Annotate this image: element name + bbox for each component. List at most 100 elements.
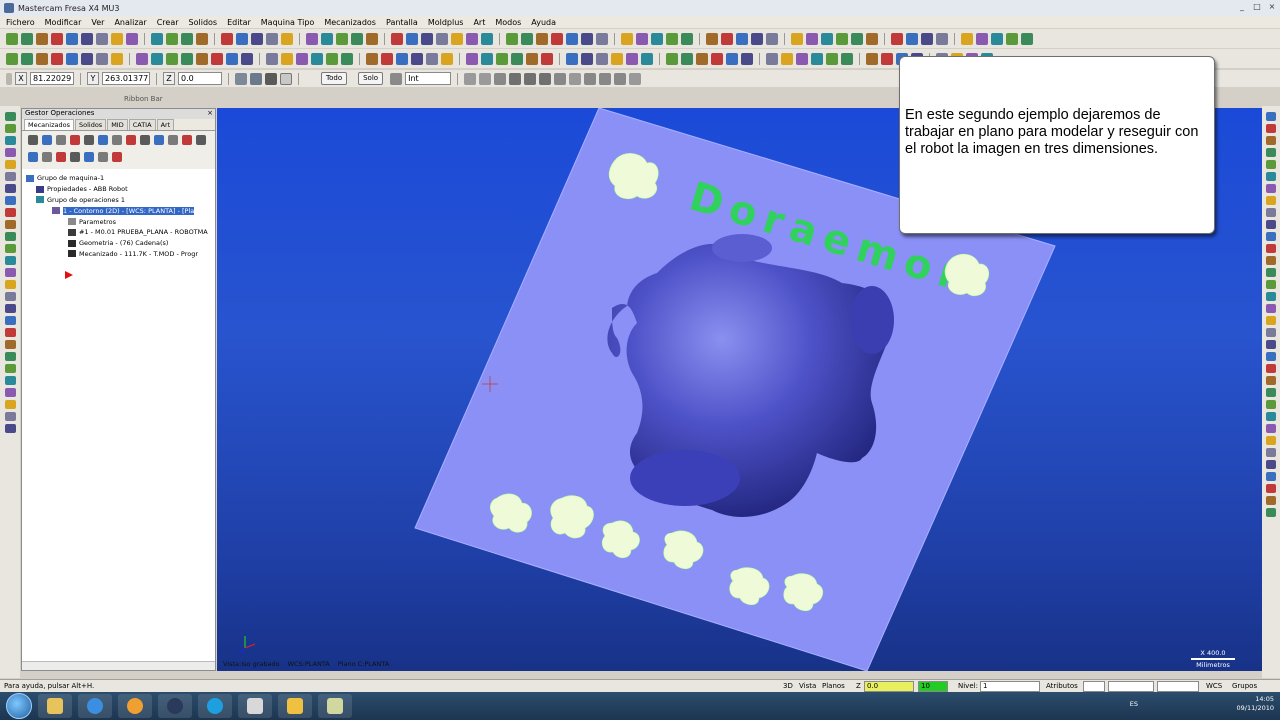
z-coord-label[interactable]: Z	[163, 72, 175, 85]
fast-point-icon[interactable]	[250, 72, 262, 85]
toolbar-button-icon[interactable]	[766, 32, 778, 45]
autocursor-icon[interactable]	[235, 72, 247, 85]
toolbar-button-icon[interactable]	[1266, 328, 1276, 337]
toolbar-button-icon[interactable]	[366, 52, 378, 65]
toolbar-button-icon[interactable]	[6, 32, 18, 45]
face-select-icon[interactable]	[524, 72, 537, 85]
toolbar-button-icon[interactable]	[406, 32, 418, 45]
wireframe-icon[interactable]	[479, 72, 492, 85]
toolbar-button-icon[interactable]	[1266, 376, 1276, 385]
taskbar-skype[interactable]	[198, 694, 232, 718]
toolbar-button-icon[interactable]	[4, 244, 16, 253]
toolbar-button-icon[interactable]	[4, 232, 16, 241]
operations-toolbar-icon[interactable]	[56, 152, 66, 162]
toolbar-button-icon[interactable]	[1266, 172, 1276, 181]
toolbar-button-icon[interactable]	[781, 52, 793, 65]
operations-toolbar-icon[interactable]	[182, 135, 192, 145]
body-select-icon[interactable]	[539, 72, 552, 85]
toolbar-button-icon[interactable]	[281, 32, 293, 45]
menu-maquina-tipo[interactable]: Maquina Tipo	[261, 18, 315, 27]
close-button[interactable]: ×	[1266, 1, 1278, 13]
taskbar-mastercam[interactable]	[238, 694, 272, 718]
toolbar-button-icon[interactable]	[1266, 112, 1276, 121]
toolbar-button-icon[interactable]	[821, 32, 833, 45]
toolbar-button-icon[interactable]	[1266, 496, 1276, 505]
x-coord-label[interactable]: X	[15, 72, 27, 85]
toolbar-button-icon[interactable]	[1266, 244, 1276, 253]
operations-toolbar-icon[interactable]	[196, 135, 206, 145]
window-select-icon[interactable]	[584, 72, 597, 85]
toolbar-button-icon[interactable]	[281, 52, 293, 65]
toolbar-button-icon[interactable]	[366, 32, 378, 45]
operations-toolbar-icon[interactable]	[42, 135, 52, 145]
toolbar-button-icon[interactable]	[4, 124, 16, 133]
toolbar-button-icon[interactable]	[1266, 232, 1276, 241]
toolbar-button-icon[interactable]	[1266, 220, 1276, 229]
toolbar-button-icon[interactable]	[806, 32, 818, 45]
toolbar-button-icon[interactable]	[866, 32, 878, 45]
toolbar-button-icon[interactable]	[1266, 268, 1276, 277]
help-icon[interactable]	[280, 72, 292, 85]
maximize-button[interactable]: □	[1251, 1, 1263, 13]
menu-solidos[interactable]: Solidos	[189, 18, 218, 27]
toolbar-button-icon[interactable]	[311, 52, 323, 65]
edge-select-icon[interactable]	[554, 72, 567, 85]
status-wcs-button[interactable]: WCS	[1206, 681, 1222, 692]
toolbar-button-icon[interactable]	[791, 32, 803, 45]
toolbar-button-icon[interactable]	[596, 52, 608, 65]
toolbar-button-icon[interactable]	[4, 400, 16, 409]
chain-select-icon[interactable]	[569, 72, 582, 85]
toolbar-button-icon[interactable]	[451, 32, 463, 45]
toolbar-button-icon[interactable]	[466, 32, 478, 45]
toolbar-button-icon[interactable]	[581, 32, 593, 45]
toolbar-button-icon[interactable]	[306, 32, 318, 45]
minimize-button[interactable]: _	[1236, 1, 1248, 13]
toolbar-button-icon[interactable]	[4, 256, 16, 265]
menu-analizar[interactable]: Analizar	[114, 18, 146, 27]
toolbar-button-icon[interactable]	[766, 52, 778, 65]
toolbar-button-icon[interactable]	[666, 32, 678, 45]
toolbar-button-icon[interactable]	[521, 32, 533, 45]
select-all-button[interactable]: Todo	[321, 72, 348, 85]
panel-close-icon[interactable]: ×	[207, 109, 213, 117]
operations-toolbar-icon[interactable]	[98, 135, 108, 145]
operations-toolbar-icon[interactable]	[112, 152, 122, 162]
toolbar-button-icon[interactable]	[891, 32, 903, 45]
toolbar-button-icon[interactable]	[526, 52, 538, 65]
tab-solidos[interactable]: Solidos	[74, 119, 107, 130]
toolbar-button-icon[interactable]	[166, 52, 178, 65]
toolbar-button-icon[interactable]	[621, 32, 633, 45]
toolbar-button-icon[interactable]	[991, 32, 1003, 45]
panel-horizontal-scrollbar[interactable]	[22, 661, 215, 670]
operations-toolbar-icon[interactable]	[84, 135, 94, 145]
toolbar-button-icon[interactable]	[536, 32, 548, 45]
toolbar-button-icon[interactable]	[881, 52, 893, 65]
status-atributos-button[interactable]: Atributos	[1046, 681, 1078, 692]
toolbar-button-icon[interactable]	[841, 52, 853, 65]
toolbar-button-icon[interactable]	[151, 52, 163, 65]
toolbar-button-icon[interactable]	[581, 52, 593, 65]
polygon-select-icon[interactable]	[599, 72, 612, 85]
toolbar-button-icon[interactable]	[21, 32, 33, 45]
tab-mid[interactable]: MID	[107, 119, 128, 130]
toolbar-button-icon[interactable]	[1266, 280, 1276, 289]
snap-settings-icon[interactable]	[265, 72, 277, 85]
toolbar-button-icon[interactable]	[4, 292, 16, 301]
toolbar-button-icon[interactable]	[341, 52, 353, 65]
tab-catia[interactable]: CATIA	[128, 119, 156, 130]
toolbar-button-icon[interactable]	[641, 52, 653, 65]
toolbar-button-icon[interactable]	[1266, 304, 1276, 313]
toolbar-button-icon[interactable]	[1266, 508, 1276, 517]
toolbar-button-icon[interactable]	[711, 52, 723, 65]
status-grupos-button[interactable]: Grupos	[1232, 681, 1257, 692]
insert-arrow-icon[interactable]	[64, 270, 74, 280]
tab-art[interactable]: Art	[156, 119, 175, 130]
toolbar-button-icon[interactable]	[906, 32, 918, 45]
operations-toolbar-icon[interactable]	[98, 152, 108, 162]
clock-date[interactable]: 09/11/2010	[1237, 704, 1274, 713]
status-line-style-select[interactable]	[1108, 681, 1154, 692]
solid-select-icon[interactable]	[509, 72, 522, 85]
toolbar-button-icon[interactable]	[681, 32, 693, 45]
toolbar-button-icon[interactable]	[4, 112, 16, 121]
toolbar-button-icon[interactable]	[181, 32, 193, 45]
